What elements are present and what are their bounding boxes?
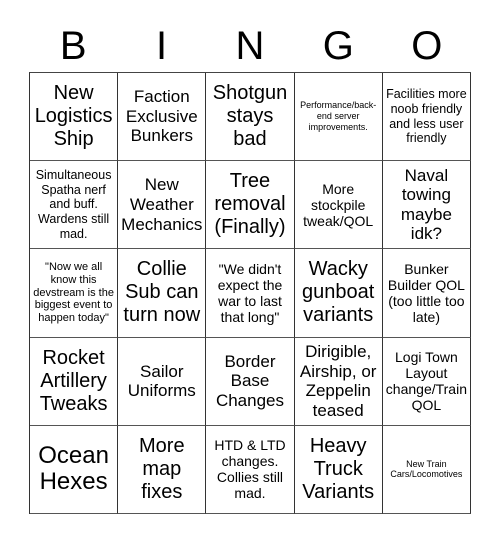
bingo-cell-r1c5[interactable]: Facilities more noob friendly and less u… <box>382 73 471 162</box>
bingo-cell-r2c3[interactable]: Tree removal (Finally) <box>206 161 295 250</box>
cell-text: More map fixes <box>139 434 185 503</box>
bingo-cell-r3c3[interactable]: "We didn't expect the war to last that l… <box>206 249 295 338</box>
cell-text: Heavy Truck Variants <box>302 434 375 503</box>
bingo-cell-r2c4[interactable]: More stockpile tweak/QOL <box>294 161 383 250</box>
header-letter-g: G <box>322 24 354 68</box>
header-letter-n: N <box>235 24 265 68</box>
bingo-cell-r2c5[interactable]: Naval towing maybe idk? <box>382 161 471 250</box>
bingo-cell-r3c1[interactable]: "Now we all know this devstream is the b… <box>30 249 119 338</box>
cell-text: Naval towing maybe idk? <box>400 165 452 244</box>
cell-text: Border Base Changes <box>215 351 285 410</box>
cell-text: HTD & LTD changes. Collies still mad. <box>214 437 286 502</box>
bingo-cell-r3c2[interactable]: Collie Sub can turn now <box>118 249 207 338</box>
bingo-cell-r4c5[interactable]: Logi Town Layout change/Train QOL <box>382 337 471 426</box>
cell-text: "We didn't expect the war to last that l… <box>217 260 283 326</box>
bingo-cell-r5c1[interactable]: Ocean Hexes <box>30 425 119 514</box>
header-letter-b: B <box>59 24 87 68</box>
bingo-cell-r2c1[interactable]: Simultaneous Spatha nerf and buff. Warde… <box>30 161 119 250</box>
bingo-cell-r4c2[interactable]: Sailor Uniforms <box>118 337 207 426</box>
cell-text: Performance/back-end server improvements… <box>300 100 377 132</box>
bingo-cell-r5c3[interactable]: HTD & LTD changes. Collies still mad. <box>206 425 295 514</box>
bingo-cell-r1c2[interactable]: Faction Exclusive Bunkers <box>118 73 207 162</box>
bingo-cell-r1c4[interactable]: Performance/back-end server improvements… <box>294 73 383 162</box>
bingo-cell-r4c1[interactable]: Rocket Artillery Tweaks <box>30 337 119 426</box>
cell-text: Collie Sub can turn now <box>123 258 201 327</box>
cell-text: New Train Cars/Locomotives <box>390 458 463 480</box>
cell-text: "Now we all know this devstream is the b… <box>33 261 114 324</box>
bingo-cell-r5c4[interactable]: Heavy Truck Variants <box>294 425 383 514</box>
cell-text: New Weather Mechanics <box>121 175 203 234</box>
cell-text: Bunker Builder QOL (too little too late) <box>387 260 465 326</box>
cell-text: Logi Town Layout change/Train QOL <box>385 349 467 414</box>
cell-text: Faction Exclusive Bunkers <box>125 87 198 146</box>
bingo-cell-r5c5[interactable]: New Train Cars/Locomotives <box>382 425 471 514</box>
cell-text: Dirigible, Airship, or Zeppelin teased <box>299 342 377 420</box>
bingo-cell-r1c3[interactable]: Shotgun stays bad <box>206 73 295 162</box>
cell-text: Ocean Hexes <box>38 442 109 496</box>
bingo-cell-r3c4[interactable]: Wacky gunboat variants <box>294 249 383 338</box>
bingo-cell-r3c5[interactable]: Bunker Builder QOL (too little too late) <box>382 249 471 338</box>
cell-text: Simultaneous Spatha nerf and buff. Warde… <box>35 167 112 241</box>
cell-text: Rocket Artillery Tweaks <box>39 346 108 415</box>
bingo-header: B I N G O <box>29 20 471 72</box>
bingo-board: New Logistics Ship Faction Exclusive Bun… <box>29 72 471 514</box>
cell-text: New Logistics Ship <box>34 82 113 151</box>
cell-text: Tree removal (Finally) <box>214 170 286 239</box>
header-letter-o: O <box>411 24 443 68</box>
bingo-cell-r2c2[interactable]: New Weather Mechanics <box>118 161 207 250</box>
bingo-cell-r1c1[interactable]: New Logistics Ship <box>30 73 119 162</box>
cell-text: Wacky gunboat variants <box>302 258 375 327</box>
bingo-cell-r5c2[interactable]: More map fixes <box>118 425 207 514</box>
bingo-cell-r4c4[interactable]: Dirigible, Airship, or Zeppelin teased <box>294 337 383 426</box>
bingo-cell-r4c3[interactable]: Border Base Changes <box>206 337 295 426</box>
cell-text: Shotgun stays bad <box>212 82 288 151</box>
cell-text: Facilities more noob friendly and less u… <box>386 87 467 146</box>
cell-text: More stockpile tweak/QOL <box>303 180 374 229</box>
cell-text: Sailor Uniforms <box>127 361 196 401</box>
header-letter-i: I <box>156 24 168 68</box>
